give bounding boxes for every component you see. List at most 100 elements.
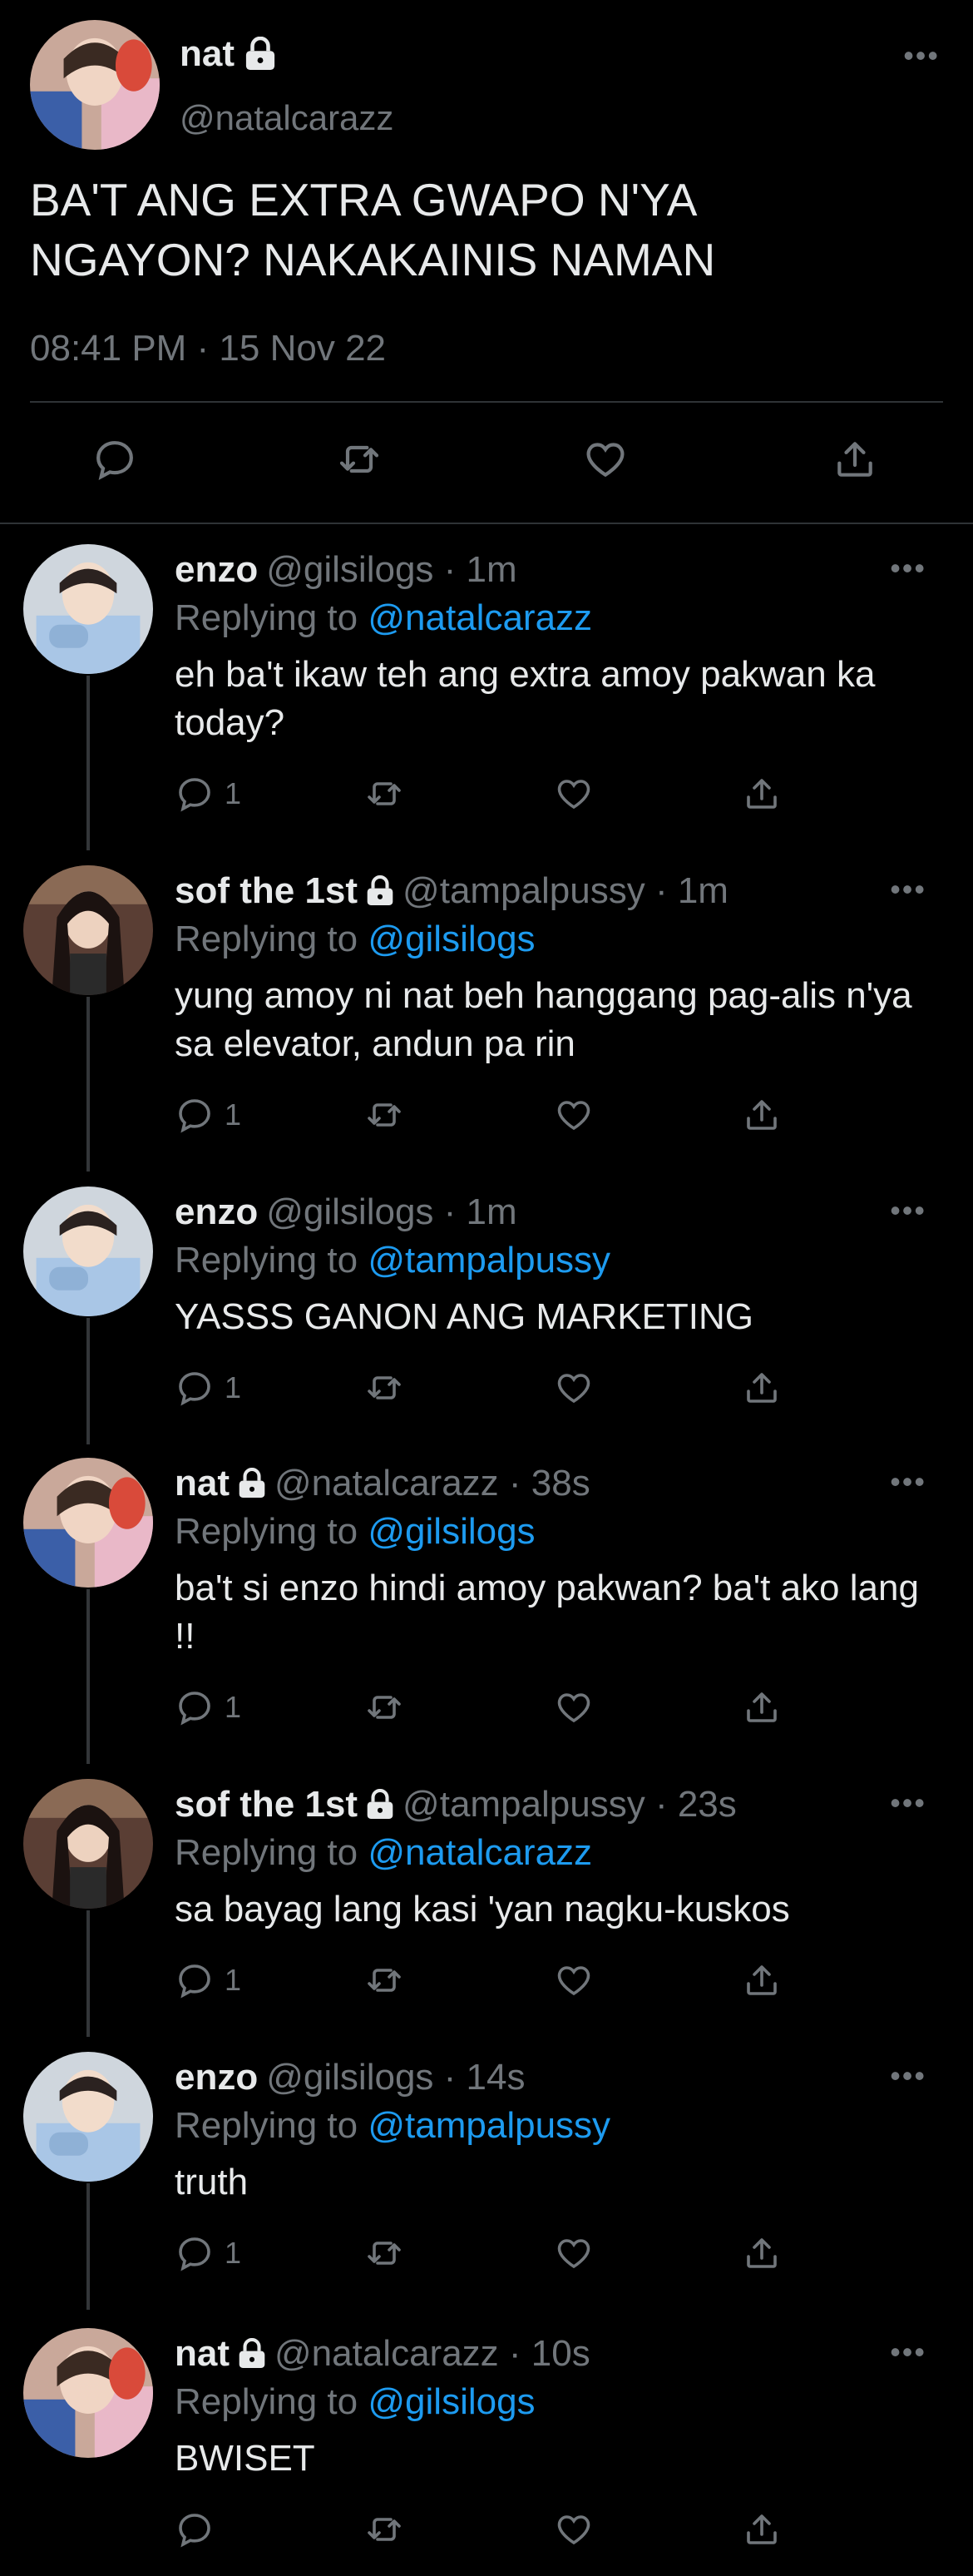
handle-and-time[interactable]: @tampalpussy · 1m — [403, 870, 729, 912]
handle-and-time[interactable]: @tampalpussy · 23s — [403, 1784, 737, 1825]
mention-link[interactable]: @tampalpussy — [368, 1240, 610, 1281]
more-options-icon[interactable]: ••• — [890, 2058, 926, 2093]
share-button[interactable] — [742, 1687, 782, 1727]
share-button[interactable] — [742, 1095, 782, 1135]
reply-tweet[interactable]: sof the 1st @tampalpussy · 23s ••• Reply… — [0, 1764, 973, 2037]
reply-count: 1 — [225, 1370, 242, 1404]
avatar-nat-image — [30, 20, 160, 150]
reply-count: 1 — [225, 2236, 242, 2270]
lock-icon — [367, 1789, 393, 1819]
avatar[interactable] — [23, 1779, 153, 1909]
like-button[interactable] — [554, 2233, 594, 2273]
like-button[interactable] — [554, 1687, 594, 1727]
reply-icon — [179, 1692, 210, 1726]
handle-and-time[interactable]: @gilsilogs · 14s — [266, 2057, 525, 2098]
reply-icon — [179, 1964, 210, 1999]
reply-tweet[interactable]: enzo @gilsilogs · 1m ••• Replying to @na… — [0, 529, 973, 850]
avatar[interactable] — [23, 1186, 153, 1316]
reply-button[interactable] — [91, 436, 138, 483]
like-button[interactable] — [554, 2509, 594, 2549]
retweet-button[interactable] — [364, 1095, 404, 1135]
avatar[interactable] — [23, 2328, 153, 2458]
reply-button[interactable]: 1 — [175, 2233, 241, 2273]
author-handle[interactable]: @natalcarazz — [180, 98, 393, 138]
tweet-timestamp[interactable]: 08:41 PM · 15 Nov 22 — [30, 328, 386, 369]
mention-link[interactable]: @natalcarazz — [368, 597, 592, 638]
reply-header: enzo @gilsilogs · 1m — [175, 549, 517, 591]
author-name[interactable]: enzo — [175, 2057, 258, 2098]
reply-button[interactable]: 1 — [175, 774, 241, 814]
mention-link[interactable]: @natalcarazz — [368, 1832, 592, 1873]
avatar[interactable] — [23, 544, 153, 674]
share-button[interactable] — [742, 2509, 782, 2549]
replying-to: Replying to @natalcarazz — [175, 597, 592, 639]
mention-link[interactable]: @gilsilogs — [368, 919, 535, 959]
reply-icon — [179, 2237, 210, 2271]
like-button[interactable] — [554, 774, 594, 814]
author-name[interactable]: enzo — [175, 549, 258, 591]
more-options-icon[interactable]: ••• — [890, 872, 926, 907]
retweet-button[interactable] — [364, 2509, 404, 2549]
author-name[interactable]: sof the 1st — [175, 870, 358, 912]
reply-tweet[interactable]: enzo @gilsilogs · 14s ••• Replying to @t… — [0, 2037, 973, 2310]
handle-and-time[interactable]: @natalcarazz · 38s — [274, 1463, 590, 1504]
retweet-button[interactable] — [364, 1960, 404, 2000]
mention-link[interactable]: @gilsilogs — [368, 2381, 535, 2422]
mention-link[interactable]: @tampalpussy — [368, 2105, 610, 2146]
handle-and-time[interactable]: @gilsilogs · 1m — [266, 549, 516, 591]
tweet-actions: 1 — [0, 1368, 973, 1418]
share-button[interactable] — [742, 1960, 782, 2000]
more-options-icon[interactable]: ••• — [890, 1464, 926, 1499]
share-button[interactable] — [832, 436, 878, 483]
retweet-button[interactable] — [364, 2233, 404, 2273]
like-button[interactable] — [554, 1095, 594, 1135]
like-button[interactable] — [582, 436, 629, 483]
handle-and-time[interactable]: @natalcarazz · 10s — [274, 2333, 590, 2375]
more-options-icon[interactable]: ••• — [890, 551, 926, 586]
reply-header: sof the 1st @tampalpussy · 23s — [175, 1784, 737, 1825]
more-options-icon[interactable]: ••• — [890, 2335, 926, 2370]
reply-button[interactable] — [175, 2509, 225, 2549]
retweet-button[interactable] — [364, 1368, 404, 1408]
reply-tweet[interactable]: nat @natalcarazz · 38s ••• Replying to @… — [0, 1443, 973, 1764]
retweet-button[interactable] — [336, 436, 383, 483]
handle-and-time[interactable]: @gilsilogs · 1m — [266, 1191, 516, 1233]
retweet-button[interactable] — [364, 774, 404, 814]
author-name[interactable]: sof the 1st — [175, 1784, 358, 1825]
reply-count: 1 — [225, 1963, 242, 1997]
reply-button[interactable]: 1 — [175, 1095, 241, 1135]
author-name[interactable]: nat — [175, 1463, 230, 1504]
avatar[interactable] — [23, 2052, 153, 2182]
share-button[interactable] — [742, 2233, 782, 2273]
replying-to: Replying to @gilsilogs — [175, 1511, 536, 1553]
author-name[interactable]: enzo — [175, 1191, 258, 1233]
reply-button[interactable]: 1 — [175, 1960, 241, 2000]
reply-tweet[interactable]: nat @natalcarazz · 10s ••• Replying to @… — [0, 2313, 973, 2569]
like-button[interactable] — [554, 1960, 594, 2000]
reply-tweet[interactable]: enzo @gilsilogs · 1m ••• Replying to @ta… — [0, 1172, 973, 1444]
avatar[interactable] — [23, 1458, 153, 1588]
retweet-button[interactable] — [364, 1687, 404, 1727]
share-icon — [747, 2514, 777, 2544]
share-button[interactable] — [742, 1368, 782, 1408]
more-options-icon[interactable]: ••• — [890, 1786, 926, 1821]
reply-button[interactable]: 1 — [175, 1687, 241, 1727]
avatar[interactable] — [30, 20, 160, 150]
like-button[interactable] — [554, 1368, 594, 1408]
retweet-icon — [368, 1696, 401, 1719]
author-name[interactable]: nat — [180, 33, 276, 75]
avatar-enzo-image — [23, 544, 153, 674]
reply-button[interactable]: 1 — [175, 1368, 241, 1408]
avatar[interactable] — [23, 865, 153, 995]
retweet-icon — [368, 782, 401, 805]
reply-tweet[interactable]: sof the 1st @tampalpussy · 1m ••• Replyi… — [0, 850, 973, 1172]
share-button[interactable] — [742, 774, 782, 814]
mention-link[interactable]: @gilsilogs — [368, 1511, 535, 1552]
replying-to-prefix: Replying to — [175, 1511, 358, 1552]
more-options-icon[interactable]: ••• — [903, 38, 940, 73]
retweet-icon — [368, 2242, 401, 2265]
author-name[interactable]: nat — [175, 2333, 230, 2375]
divider — [30, 401, 943, 403]
more-options-icon[interactable]: ••• — [890, 1193, 926, 1228]
replying-to-prefix: Replying to — [175, 2105, 358, 2146]
